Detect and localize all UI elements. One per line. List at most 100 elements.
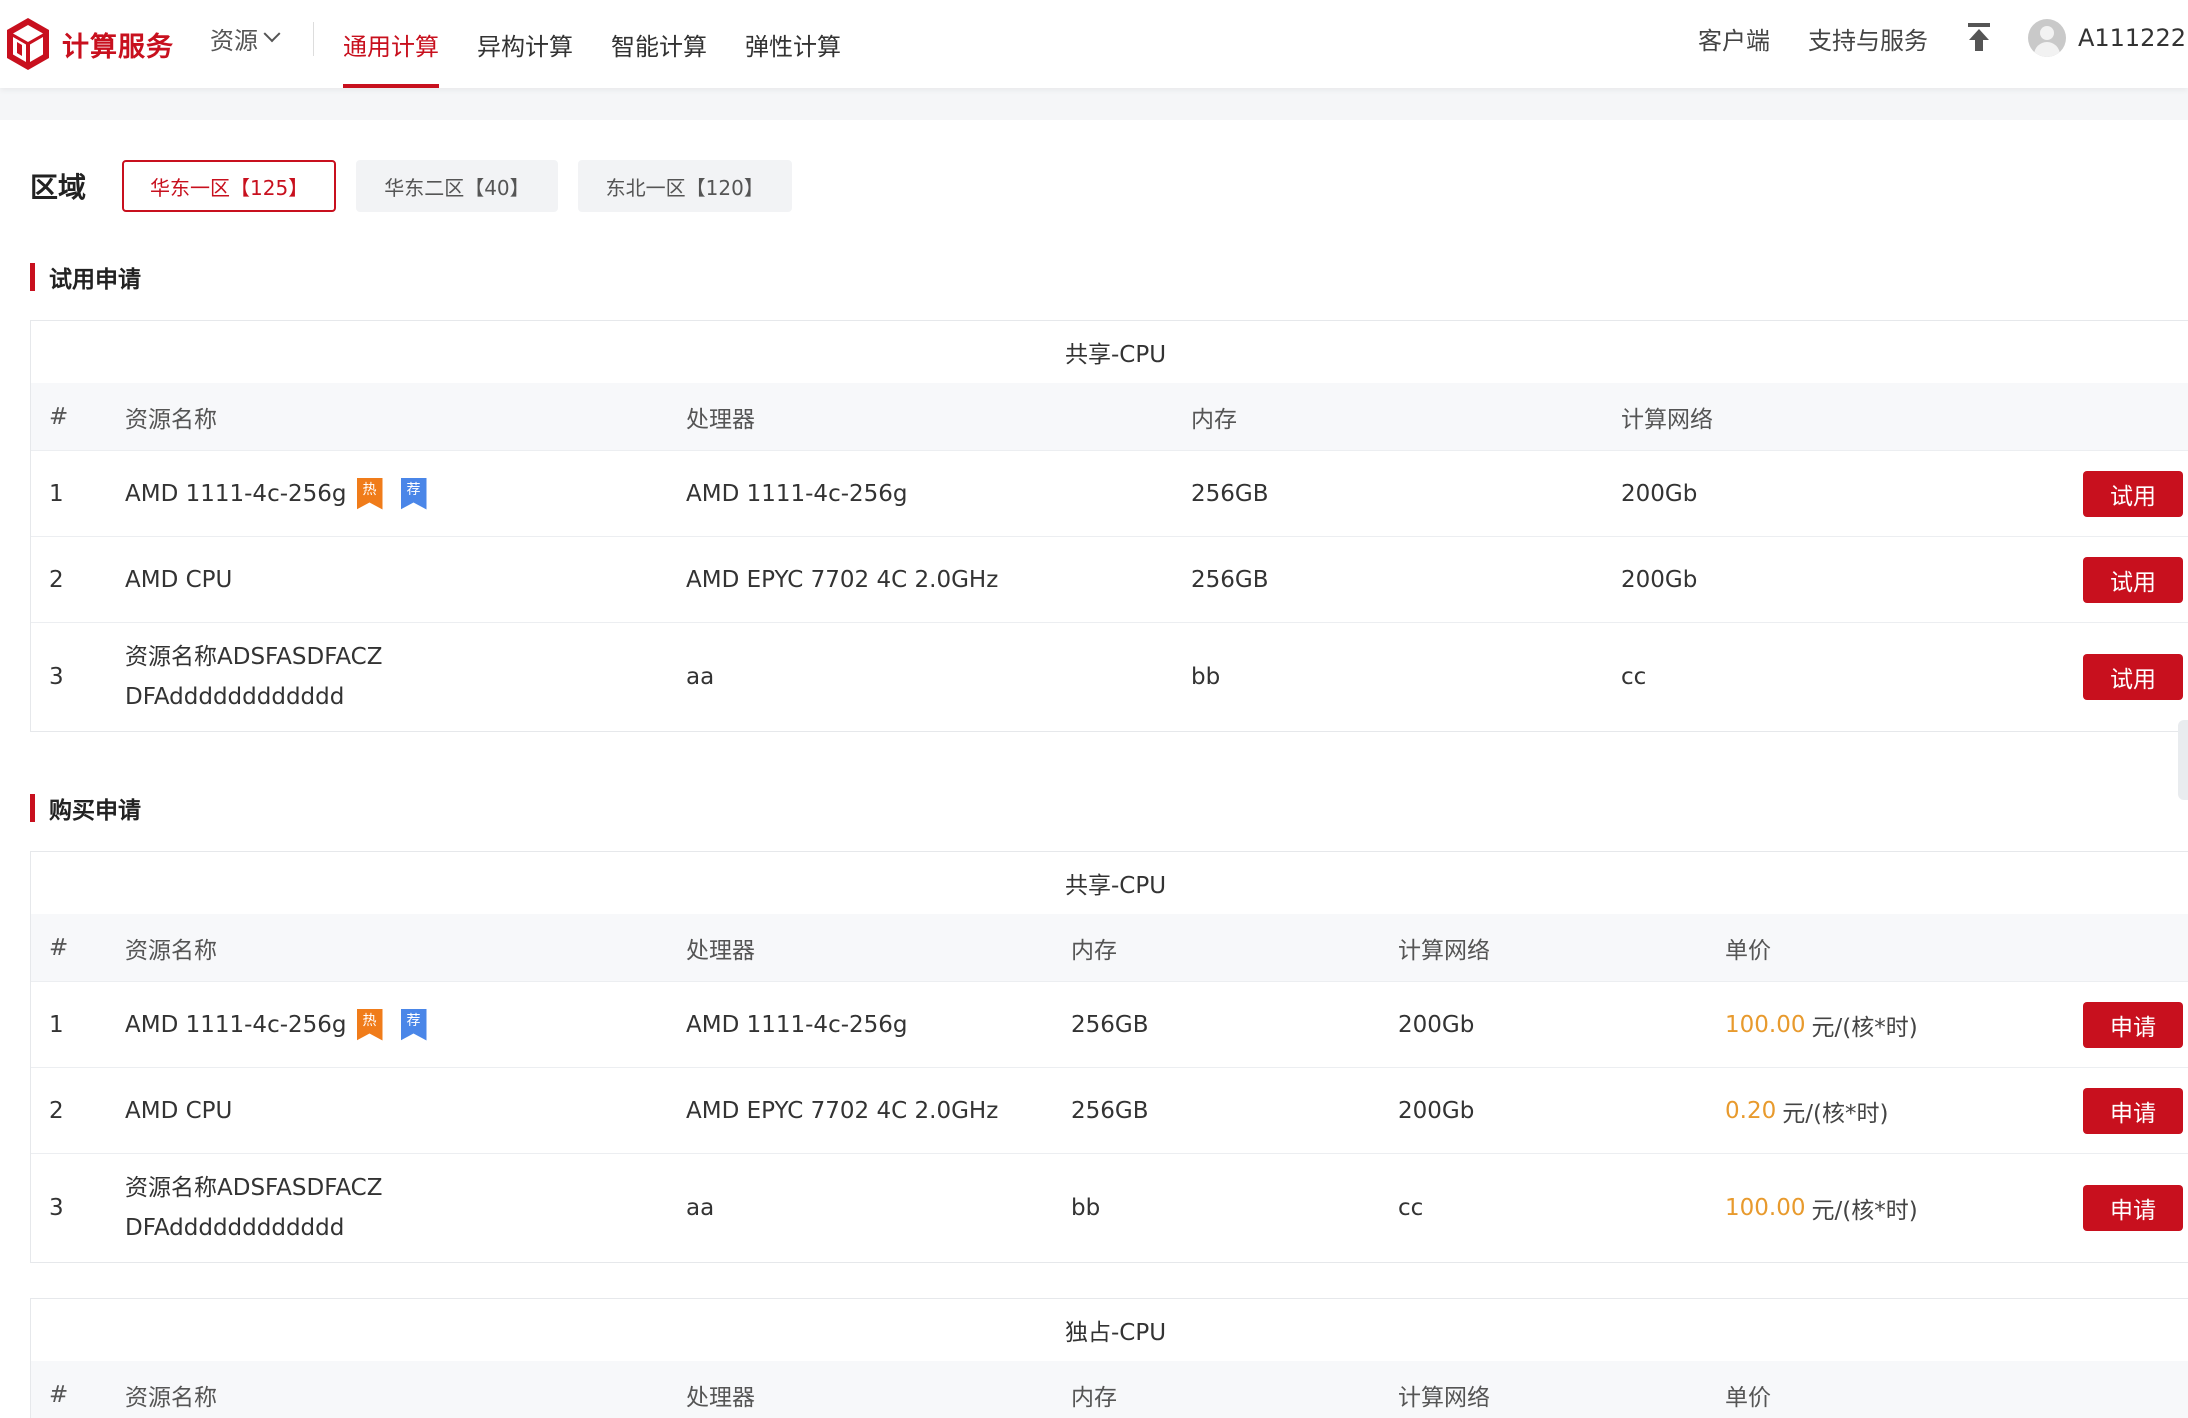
row-price: 0.20 元/(核*时) xyxy=(1725,1068,1888,1153)
side-float-tab[interactable] xyxy=(2178,720,2188,800)
chevron-down-icon xyxy=(263,25,281,43)
row-name: 资源名称ADSFASDFACZ DFAdddddddddddd xyxy=(125,623,382,731)
row-index: 3 xyxy=(49,664,64,690)
trial-button[interactable]: 试用 xyxy=(2083,557,2183,603)
purchase-table: 共享-CPU # 资源名称 处理器 内存 计算网络 单价 1 AMD 1111-… xyxy=(30,851,2188,1263)
section-marker xyxy=(30,794,35,822)
col-price: 单价 xyxy=(1725,1385,1771,1411)
price-value: 100.00 xyxy=(1725,1195,1806,1221)
region-tab-northeast-1[interactable]: 东北一区【120】 xyxy=(577,160,792,212)
apply-button[interactable]: 申请 xyxy=(2083,1185,2183,1231)
price-unit: 元/(核*时) xyxy=(1811,1014,1918,1041)
avatar[interactable] xyxy=(2027,19,2066,57)
row-index: 2 xyxy=(49,1097,64,1124)
row-network: 200Gb xyxy=(1621,480,1698,507)
section-title-trial: 试用申请 xyxy=(30,262,141,293)
row-name: AMD 1111-4c-256g 热 荐 xyxy=(125,982,427,1067)
row-cpu: AMD EPYC 7702 4C 2.0GHz xyxy=(686,1097,999,1124)
hot-badge-icon: 热 xyxy=(356,1008,383,1041)
nav-divider xyxy=(313,22,314,56)
table-caption: 共享-CPU xyxy=(1065,342,1167,368)
trial-button[interactable]: 试用 xyxy=(2083,471,2183,517)
col-name: 资源名称 xyxy=(125,406,217,433)
row-cpu: aa xyxy=(686,664,715,690)
col-memory: 内存 xyxy=(1071,1385,1117,1411)
col-memory: 内存 xyxy=(1191,406,1237,433)
resource-dropdown[interactable]: 资源 xyxy=(210,20,281,56)
table-row: 2 AMD CPU AMD EPYC 7702 4C 2.0GHz 256GB … xyxy=(31,1068,2188,1154)
table-row: 3 资源名称ADSFASDFACZ DFAdddddddddddd aa bb … xyxy=(31,623,2188,731)
nav-intelligent-compute[interactable]: 智能计算 xyxy=(611,0,707,88)
support-link[interactable]: 支持与服务 xyxy=(1808,21,1928,56)
price-value: 0.20 xyxy=(1725,1097,1777,1124)
row-name-line1: 资源名称ADSFASDFACZ xyxy=(125,1175,383,1201)
apply-button[interactable]: 申请 xyxy=(2083,1002,2183,1048)
row-cpu: AMD 1111-4c-256g xyxy=(686,480,908,507)
row-index: 3 xyxy=(49,1195,64,1221)
row-network: 200Gb xyxy=(1621,566,1698,593)
row-network: cc xyxy=(1621,664,1647,690)
apply-button[interactable]: 申请 xyxy=(2083,1088,2183,1134)
top-navbar: 计算服务 资源 通用计算 异构计算 智能计算 弹性计算 客户端 支持与服务 A1… xyxy=(0,0,2188,88)
upload-icon[interactable] xyxy=(1966,23,1992,53)
row-name: AMD CPU xyxy=(125,1097,233,1124)
row-name-text: AMD 1111-4c-256g xyxy=(125,480,347,507)
hot-badge-icon: 热 xyxy=(356,477,383,510)
resource-dropdown-label: 资源 xyxy=(210,26,258,55)
trial-button[interactable]: 试用 xyxy=(2083,654,2183,700)
section-marker xyxy=(30,263,35,291)
exclusive-table: 独占-CPU # 资源名称 处理器 内存 计算网络 单价 xyxy=(30,1298,2188,1418)
col-index: # xyxy=(49,934,69,961)
row-cpu: aa xyxy=(686,1195,715,1221)
price-unit: 元/(核*时) xyxy=(1782,1100,1889,1127)
row-memory: 256GB xyxy=(1191,480,1269,507)
row-name-line1: 资源名称ADSFASDFACZ xyxy=(125,644,383,670)
table-header: # 资源名称 处理器 内存 计算网络 单价 xyxy=(31,1361,2188,1418)
col-memory: 内存 xyxy=(1071,937,1117,964)
table-row: 3 资源名称ADSFASDFACZ DFAdddddddddddd aa bb … xyxy=(31,1154,2188,1262)
row-name: 资源名称ADSFASDFACZ DFAdddddddddddd xyxy=(125,1154,382,1262)
trial-table: 共享-CPU # 资源名称 处理器 内存 计算网络 1 AMD 1111-4c-… xyxy=(30,320,2188,732)
table-header: # 资源名称 处理器 内存 计算网络 xyxy=(31,383,2188,451)
col-cpu: 处理器 xyxy=(686,937,755,964)
client-link[interactable]: 客户端 xyxy=(1698,21,1770,56)
row-network: 200Gb xyxy=(1398,1011,1475,1038)
table-row: 2 AMD CPU AMD EPYC 7702 4C 2.0GHz 256GB … xyxy=(31,537,2188,623)
logo[interactable]: 计算服务 xyxy=(4,10,174,78)
col-network: 计算网络 xyxy=(1398,937,1490,964)
row-name: AMD 1111-4c-256g 热 荐 xyxy=(125,451,427,536)
row-memory: bb xyxy=(1071,1195,1101,1221)
col-network: 计算网络 xyxy=(1398,1385,1490,1411)
nav-elastic-compute[interactable]: 弹性计算 xyxy=(745,0,841,88)
region-tab-east-1[interactable]: 华东一区【125】 xyxy=(122,160,337,212)
row-network: cc xyxy=(1398,1195,1424,1221)
main-panel: 区域 华东一区【125】 华东二区【40】 东北一区【120】 试用申请 共享-… xyxy=(0,120,2188,1418)
col-name: 资源名称 xyxy=(125,1385,217,1411)
table-header: # 资源名称 处理器 内存 计算网络 单价 xyxy=(31,914,2188,982)
section-title-purchase: 购买申请 xyxy=(30,793,141,824)
row-index: 2 xyxy=(49,566,64,593)
price-value: 100.00 xyxy=(1725,1011,1806,1038)
col-index: # xyxy=(49,1382,69,1408)
row-index: 1 xyxy=(49,480,64,507)
row-memory: 256GB xyxy=(1071,1097,1149,1124)
region-tab-east-2[interactable]: 华东二区【40】 xyxy=(356,160,558,212)
row-cpu: AMD 1111-4c-256g xyxy=(686,1011,908,1038)
row-memory: 256GB xyxy=(1191,566,1269,593)
col-price: 单价 xyxy=(1725,937,1771,964)
nav-heterogeneous-compute[interactable]: 异构计算 xyxy=(477,0,573,88)
logo-text: 计算服务 xyxy=(62,31,174,63)
price-unit: 元/(核*时) xyxy=(1811,1198,1918,1224)
col-name: 资源名称 xyxy=(125,937,217,964)
top-right-area: 客户端 支持与服务 A111222 xyxy=(1698,0,2188,76)
recommend-badge-icon: 荐 xyxy=(400,477,427,510)
row-name: AMD CPU xyxy=(125,566,233,593)
nav-general-compute[interactable]: 通用计算 xyxy=(343,0,439,88)
table-caption: 独占-CPU xyxy=(1065,1320,1167,1346)
row-name-line2: DFAdddddddddddd xyxy=(125,684,345,710)
row-name-line2: DFAdddddddddddd xyxy=(125,1215,345,1241)
table-row: 1 AMD 1111-4c-256g 热 荐 AMD 1111-4c-256g … xyxy=(31,982,2188,1068)
username[interactable]: A111222 xyxy=(2078,24,2186,52)
table-caption: 共享-CPU xyxy=(1065,873,1167,899)
row-price: 100.00 元/(核*时) xyxy=(1725,982,1918,1067)
